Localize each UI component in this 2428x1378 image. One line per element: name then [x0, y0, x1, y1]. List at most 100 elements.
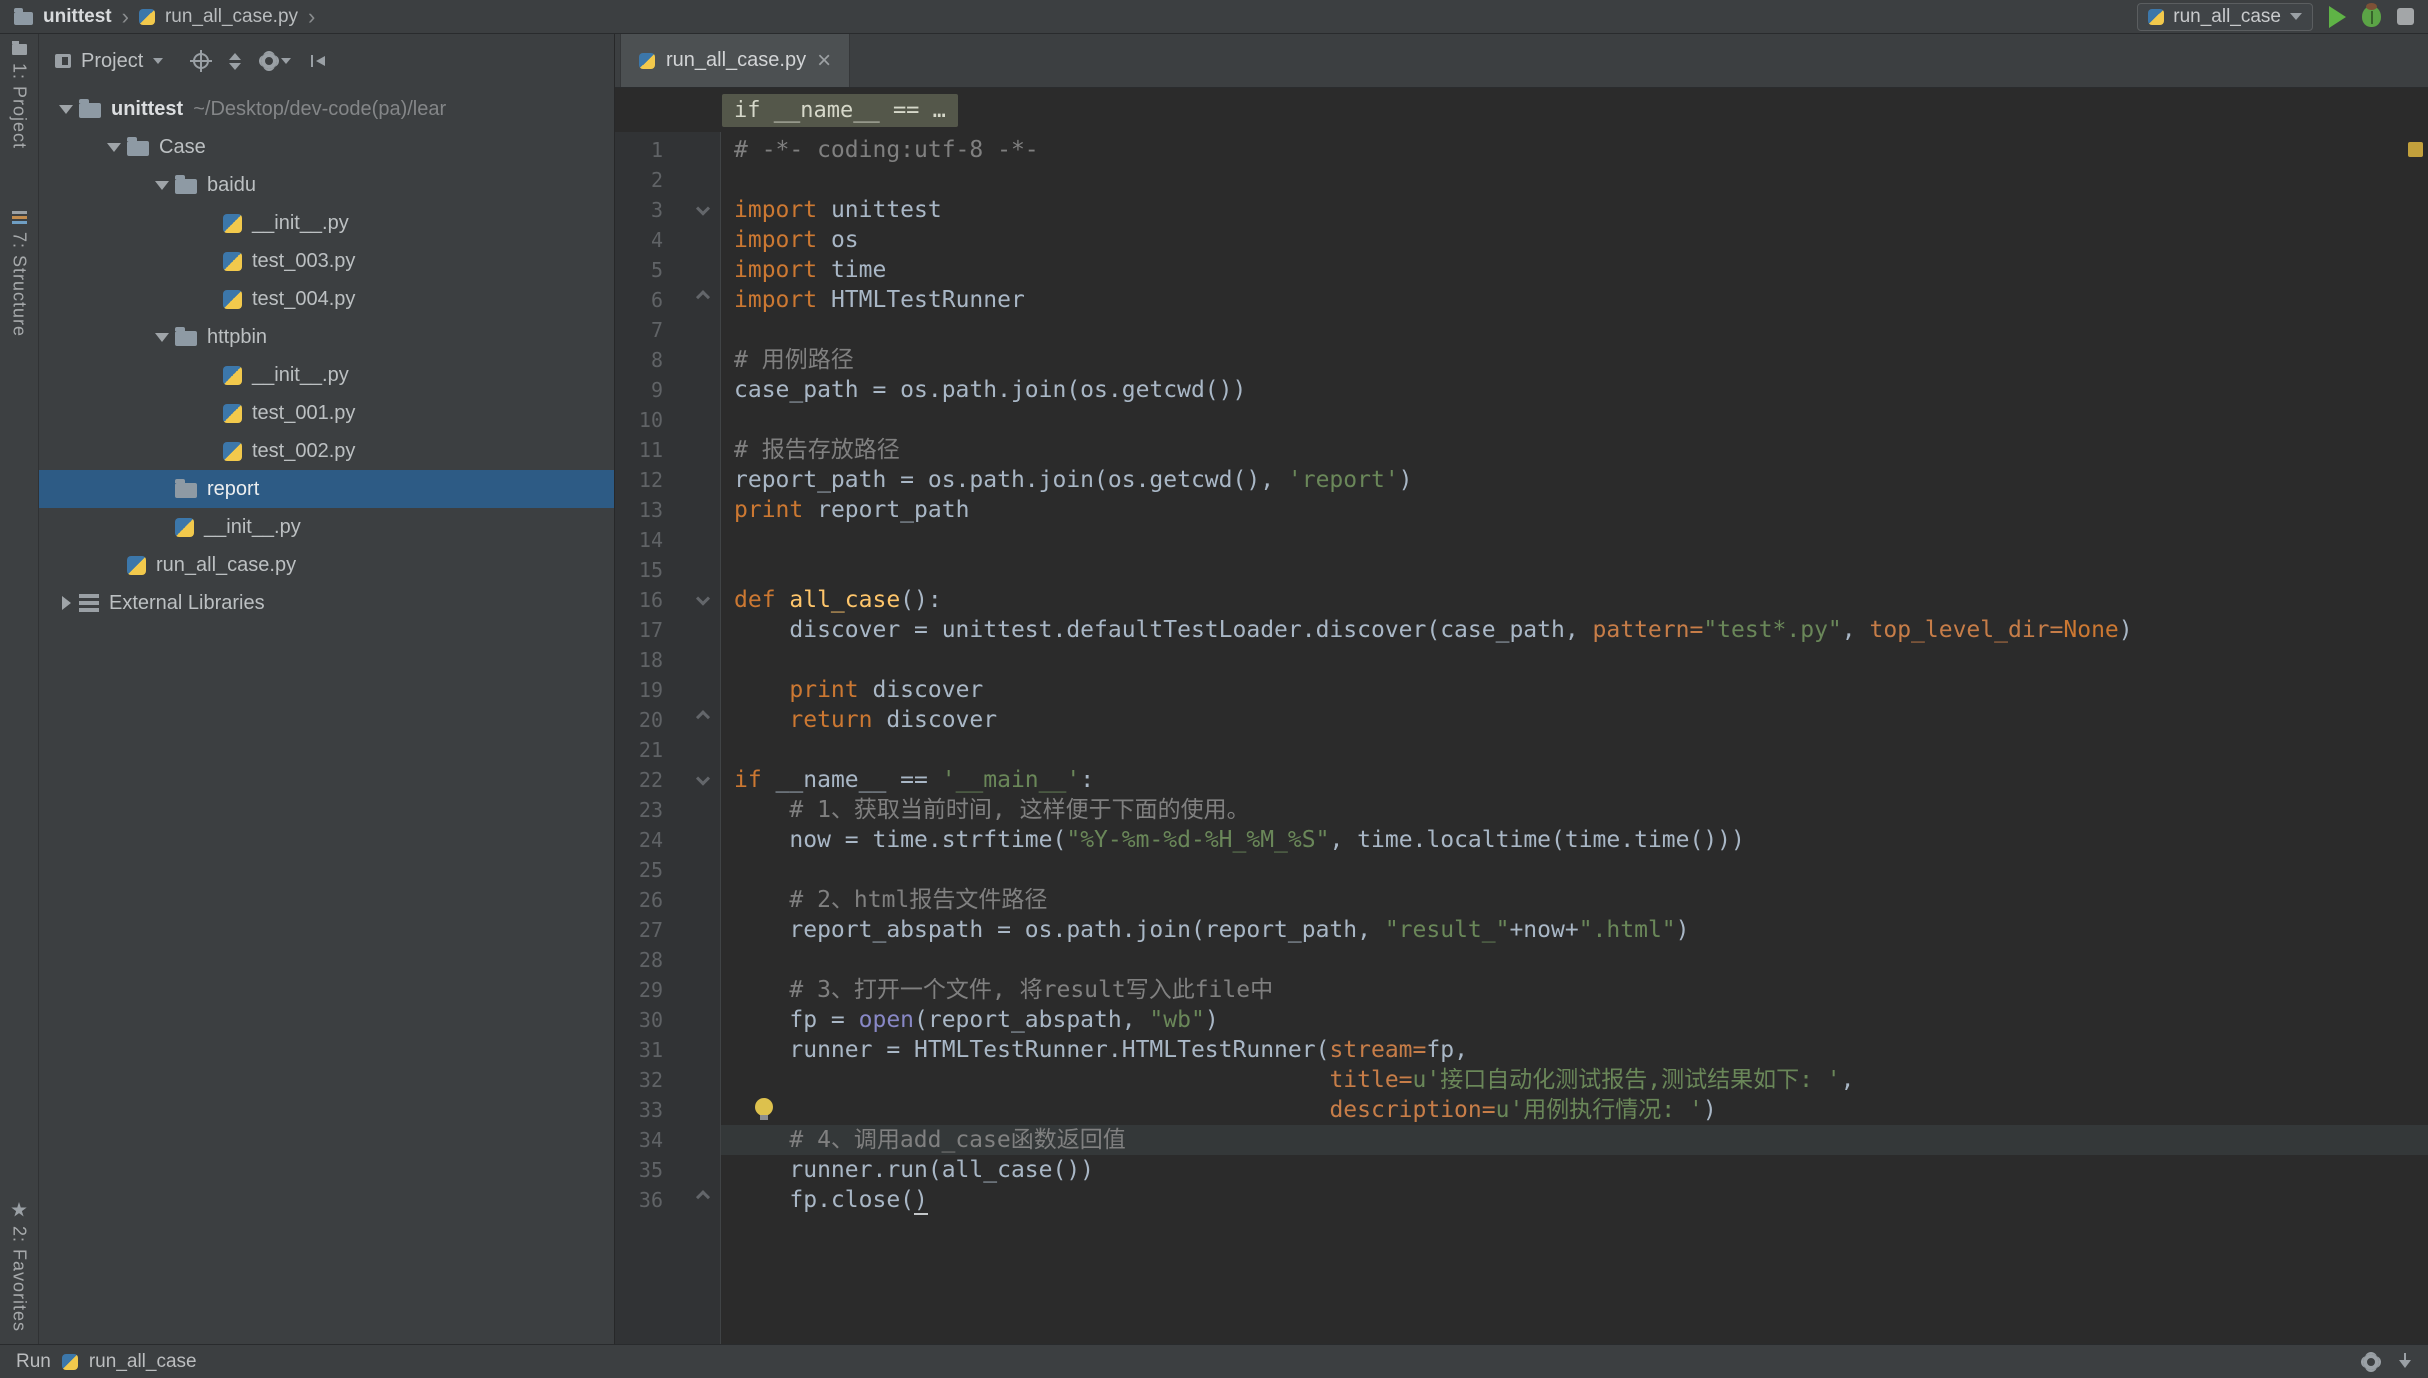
hide-panel-icon[interactable]	[311, 53, 327, 69]
code-line-30[interactable]: fp = open(report_abspath, "wb")	[721, 1005, 2428, 1035]
tree-item--init-py[interactable]: __init__.py	[39, 356, 614, 394]
collapse-all-icon[interactable]	[229, 53, 241, 70]
code-line-14[interactable]	[721, 525, 2428, 555]
tool-button-favorites[interactable]: 2: Favorites	[9, 1201, 30, 1332]
gear-icon[interactable]	[2363, 1353, 2379, 1370]
tree-item-test-003-py[interactable]: test_003.py	[39, 242, 614, 280]
run-config-select[interactable]: run_all_case	[2137, 2, 2313, 31]
tree-item-test-002-py[interactable]: test_002.py	[39, 432, 614, 470]
line-number: 27	[638, 918, 663, 942]
gutter-line: 32	[615, 1065, 720, 1095]
tree-item-run-all-case-py[interactable]: run_all_case.py	[39, 546, 614, 584]
code-line-31[interactable]: runner = HTMLTestRunner.HTMLTestRunner(s…	[721, 1035, 2428, 1065]
fold-marker-icon[interactable]	[695, 710, 711, 725]
code-line-25[interactable]	[721, 855, 2428, 885]
code-line-2[interactable]	[721, 165, 2428, 195]
code-line-35[interactable]: runner.run(all_case())	[721, 1155, 2428, 1185]
chevron-down-icon[interactable]	[149, 181, 175, 190]
project-panel-title[interactable]: Project	[81, 50, 143, 73]
code-line-32[interactable]: title=u'接口自动化测试报告,测试结果如下: ',	[721, 1065, 2428, 1095]
code-line-8[interactable]: # 用例路径	[721, 345, 2428, 375]
stop-button[interactable]	[2397, 8, 2414, 25]
tree-item--init-py[interactable]: __init__.py	[39, 508, 614, 546]
breadcrumb-file[interactable]: run_all_case.py	[165, 6, 298, 28]
tab-run-all-case[interactable]: run_all_case.py ×	[620, 34, 851, 87]
gutter-line: 20	[615, 705, 720, 735]
code-line-1[interactable]: # -*- coding:utf-8 -*-	[721, 135, 2428, 165]
tree-item-unittest[interactable]: unittest ~/Desktop/dev-code(pa)/lear	[39, 90, 614, 128]
fold-marker-icon[interactable]	[695, 591, 711, 606]
code-line-5[interactable]: import time	[721, 255, 2428, 285]
code-line-11[interactable]: # 报告存放路径	[721, 435, 2428, 465]
line-number: 26	[638, 888, 663, 912]
chevron-right-icon[interactable]	[53, 596, 79, 610]
chevron-down-icon[interactable]	[53, 105, 79, 114]
code-line-27[interactable]: report_abspath = os.path.join(report_pat…	[721, 915, 2428, 945]
tool-button-structure[interactable]: 7: Structure	[9, 211, 30, 337]
chevron-down-icon[interactable]	[149, 333, 175, 342]
tree-item--init-py[interactable]: __init__.py	[39, 204, 614, 242]
run-button[interactable]	[2329, 5, 2346, 28]
fold-marker-icon[interactable]	[695, 201, 711, 216]
line-number: 22	[638, 768, 663, 792]
gutter: 1 2 3 4 5 6 7 8 9 10 11 12 13 14 15 16 17 18 19 20 21 22 23 24 2…	[615, 132, 721, 1344]
code-line-4[interactable]: import os	[721, 225, 2428, 255]
code-line-21[interactable]	[721, 735, 2428, 765]
code-line-36[interactable]: fp.close()	[721, 1185, 2428, 1215]
context-declaration[interactable]: if __name__ == …	[722, 93, 958, 127]
gutter-line: 16	[615, 585, 720, 615]
gutter-line: 29	[615, 975, 720, 1005]
download-icon[interactable]	[2398, 1353, 2412, 1370]
tree-item-test-004-py[interactable]: test_004.py	[39, 280, 614, 318]
line-number: 5	[650, 258, 663, 282]
code-line-7[interactable]	[721, 315, 2428, 345]
code-line-24[interactable]: now = time.strftime("%Y-%m-%d-%H_%M_%S",…	[721, 825, 2428, 855]
code-line-9[interactable]: case_path = os.path.join(os.getcwd())	[721, 375, 2428, 405]
locate-icon[interactable]	[193, 53, 210, 69]
code-line-22[interactable]: if __name__ == '__main__':	[721, 765, 2428, 795]
lightbulb-icon[interactable]	[755, 1098, 773, 1120]
code-line-6[interactable]: import HTMLTestRunner	[721, 285, 2428, 315]
fold-marker-icon[interactable]	[695, 290, 711, 305]
debug-button[interactable]	[2362, 3, 2381, 27]
gutter-line: 26	[615, 885, 720, 915]
code-line-33[interactable]: description=u'用例执行情况: ')	[721, 1095, 2428, 1125]
tree-item-report[interactable]: report	[39, 470, 614, 508]
fold-marker-icon[interactable]	[695, 771, 711, 786]
code-line-28[interactable]	[721, 945, 2428, 975]
code-line-17[interactable]: discover = unittest.defaultTestLoader.di…	[721, 615, 2428, 645]
code-line-10[interactable]	[721, 405, 2428, 435]
code-area[interactable]: # -*- coding:utf-8 -*- import unittest imp…	[721, 132, 2428, 1344]
tool-button-project[interactable]: 1: Project	[9, 41, 30, 149]
code-line-18[interactable]	[721, 645, 2428, 675]
gutter-line: 11	[615, 435, 720, 465]
chevron-down-icon[interactable]	[101, 143, 127, 152]
status-run-label: Run	[16, 1350, 51, 1372]
tree-item-test-001-py[interactable]: test_001.py	[39, 394, 614, 432]
settings-icon[interactable]	[261, 53, 292, 69]
code-line-3[interactable]: import unittest	[721, 195, 2428, 225]
gutter-line: 4	[615, 225, 720, 255]
fold-marker-icon[interactable]	[695, 1190, 711, 1205]
code-line-26[interactable]: # 2、html报告文件路径	[721, 885, 2428, 915]
python-file-icon	[175, 517, 194, 537]
code-line-16[interactable]: def all_case():	[721, 585, 2428, 615]
code-line-23[interactable]: # 1、获取当前时间, 这样便于下面的使用。	[721, 795, 2428, 825]
breadcrumb-project[interactable]: unittest	[43, 6, 112, 28]
code-line-12[interactable]: report_path = os.path.join(os.getcwd(), …	[721, 465, 2428, 495]
tree-item-baidu[interactable]: baidu	[39, 166, 614, 204]
folder-icon	[175, 327, 197, 346]
line-number: 35	[638, 1158, 663, 1182]
inspection-marker-icon[interactable]	[2408, 142, 2423, 157]
code-line-19[interactable]: print discover	[721, 675, 2428, 705]
code-line-13[interactable]: print report_path	[721, 495, 2428, 525]
code-line-20[interactable]: return discover	[721, 705, 2428, 735]
tree-item-external-libraries[interactable]: External Libraries	[39, 584, 614, 622]
gutter-line: 13	[615, 495, 720, 525]
code-line-34[interactable]: # 4、调用add_case函数返回值	[721, 1125, 2428, 1155]
code-line-29[interactable]: # 3、打开一个文件, 将result写入此file中	[721, 975, 2428, 1005]
tree-item-case[interactable]: Case	[39, 128, 614, 166]
tree-item-httpbin[interactable]: httpbin	[39, 318, 614, 356]
close-icon[interactable]: ×	[817, 48, 831, 73]
code-line-15[interactable]	[721, 555, 2428, 585]
